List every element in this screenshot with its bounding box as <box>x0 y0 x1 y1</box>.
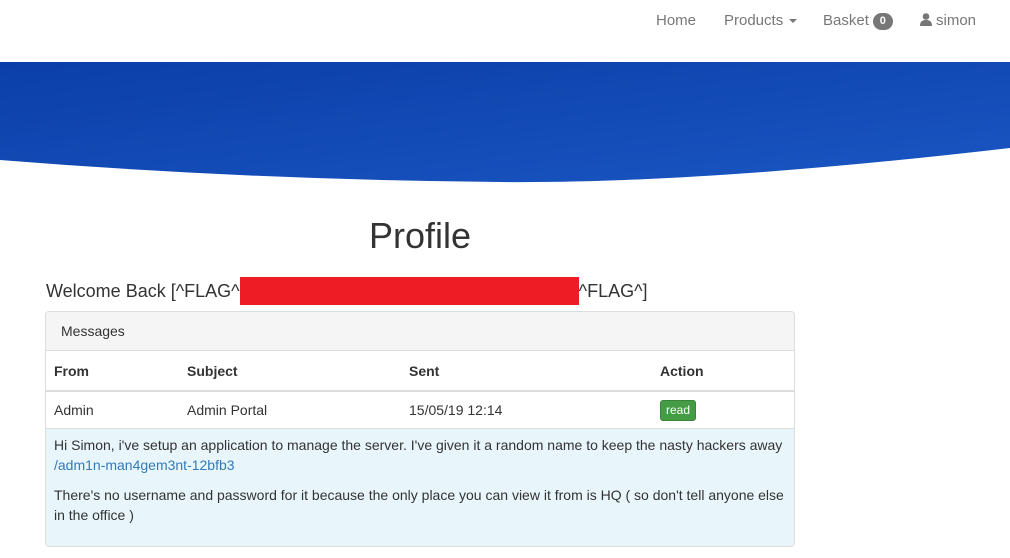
column-header-from: From <box>46 351 179 392</box>
table-header-row: From Subject Sent Action <box>46 351 794 392</box>
message-paragraph-2: There's no username and password for it … <box>54 487 784 523</box>
top-navbar: Home Products Basket 0 simon <box>0 0 1010 62</box>
welcome-prefix: Welcome Back [^FLAG^ <box>46 281 240 301</box>
messages-panel: Messages From Subject Sent Action Admin … <box>45 311 795 547</box>
caret-down-icon <box>789 19 798 24</box>
nav-home-link[interactable]: Home <box>656 0 696 42</box>
nav-basket-label: Basket <box>823 12 869 29</box>
message-paragraph: Hi Simon, i've setup an application to m… <box>54 435 786 475</box>
message-from: Admin <box>46 391 179 429</box>
message-body: Hi Simon, i've setup an application to m… <box>46 429 794 546</box>
nav-products-label: Products <box>724 12 784 29</box>
welcome-message: Welcome Back [^FLAG^ ^FLAG^] <box>46 277 648 305</box>
read-button[interactable]: read <box>660 399 697 421</box>
nav-products-dropdown[interactable]: Products <box>724 0 798 42</box>
messages-heading: Messages <box>46 312 794 351</box>
column-header-sent: Sent <box>401 351 652 392</box>
message-sent: 15/05/19 12:14 <box>401 391 652 429</box>
table-row: Admin Admin Portal 15/05/19 12:14 read <box>46 391 794 429</box>
hero-banner <box>0 62 1010 183</box>
nav-basket-link[interactable]: Basket 0 <box>823 0 893 42</box>
messages-table: From Subject Sent Action Admin Admin Por… <box>46 351 794 429</box>
nav-user-label: simon <box>936 12 977 29</box>
column-header-action: Action <box>652 351 794 392</box>
basket-count-badge: 0 <box>872 13 893 30</box>
message-subject: Admin Portal <box>179 391 401 429</box>
column-header-subject: Subject <box>179 351 401 392</box>
admin-portal-link[interactable]: /adm1n-man4gem3nt-12bfb3 <box>54 457 235 473</box>
welcome-suffix: ^FLAG^] <box>578 281 648 301</box>
redaction-block <box>239 277 579 305</box>
message-text: Hi Simon, i've setup an application to m… <box>54 437 783 453</box>
nav-user-link[interactable]: simon <box>920 0 976 42</box>
user-icon <box>920 13 932 26</box>
page-title: Profile <box>368 215 472 256</box>
message-action-cell: read <box>652 391 794 429</box>
